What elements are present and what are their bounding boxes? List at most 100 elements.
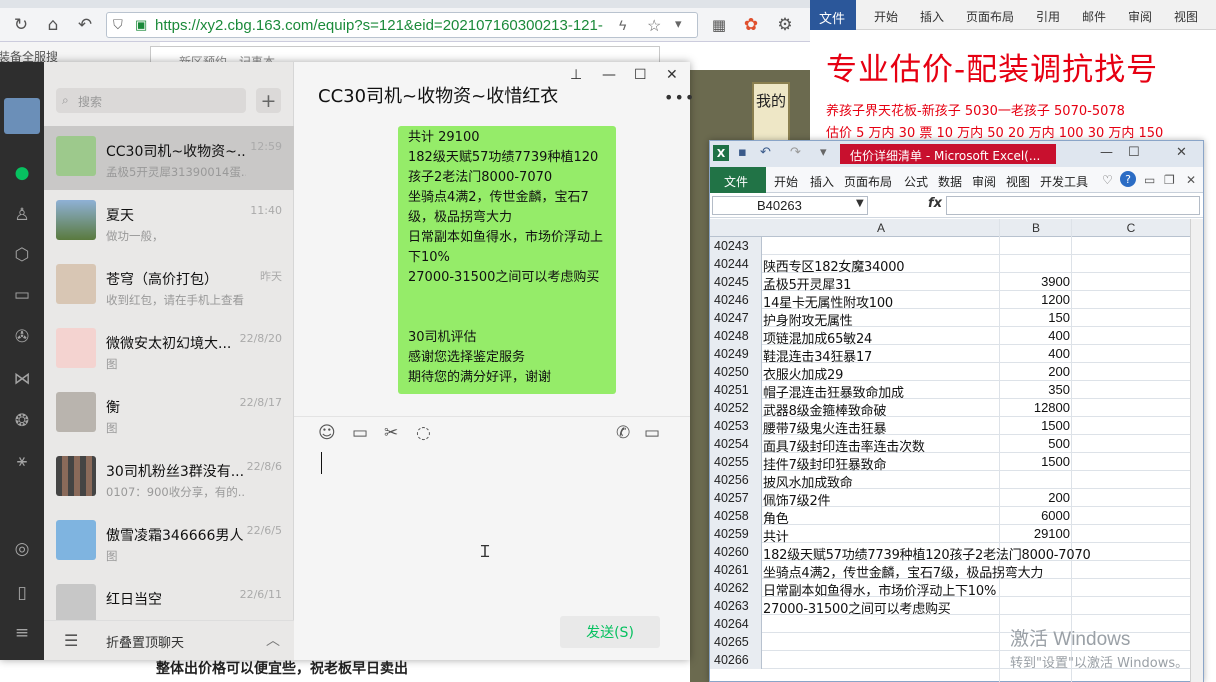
name-box-dropdown-icon[interactable]: ▼ bbox=[856, 198, 864, 209]
row-number[interactable]: 40246 bbox=[710, 291, 762, 309]
table-row[interactable]: 40256 披风水加成致命 bbox=[710, 471, 1190, 491]
row-number[interactable]: 40243 bbox=[710, 237, 762, 255]
column-header-b[interactable]: B bbox=[1000, 221, 1072, 235]
table-row[interactable]: 40258 角色 6000 bbox=[710, 507, 1190, 527]
table-row[interactable]: 40248 项链混加成65敏24 400 bbox=[710, 327, 1190, 347]
chat-item[interactable]: 微微安太初幻境大... 图 22/8/20 bbox=[44, 318, 294, 382]
table-row[interactable]: 40262 日常副本如鱼得水，市场价浮动上下10% bbox=[710, 579, 1190, 599]
chat-history-icon[interactable]: ◌ bbox=[416, 423, 431, 443]
ribbon-restore-icon[interactable]: ❐ bbox=[1164, 173, 1175, 187]
table-row[interactable]: 40255 挂件7级封印狂暴致命 1500 bbox=[710, 453, 1190, 473]
search-discover-icon[interactable]: ❂ bbox=[7, 406, 37, 436]
chat-item[interactable]: 夏天 做功一般， 11:40 bbox=[44, 190, 294, 254]
table-row[interactable]: 40257 佩饰7级2件 200 bbox=[710, 489, 1190, 509]
moments-icon[interactable]: ✇ bbox=[7, 322, 37, 352]
chat-item[interactable]: 30司机粉丝3群没有... 0107：900收分享，有的... 22/8/6 bbox=[44, 446, 294, 510]
excel-tab-formulas[interactable]: 公式 bbox=[904, 173, 928, 190]
row-number[interactable]: 40249 bbox=[710, 345, 762, 363]
excel-tab-review[interactable]: 审阅 bbox=[972, 173, 996, 190]
chat-item[interactable]: CC30司机~收物资~... 孟极5开灵犀31390014蛋... 12:59 bbox=[44, 126, 294, 190]
table-row[interactable]: 40249 鞋混连击34狂暴17 400 bbox=[710, 345, 1190, 365]
more-icon[interactable]: ••• bbox=[664, 88, 695, 107]
heart-icon[interactable]: ♡ bbox=[1102, 173, 1113, 187]
fold-pinned-chats[interactable]: ☰ 折叠置顶聊天 ︿ bbox=[44, 620, 294, 660]
row-number[interactable]: 40260 bbox=[710, 543, 762, 561]
refresh-icon[interactable]: ↻ bbox=[8, 12, 34, 38]
table-row[interactable]: 40259 共计 29100 bbox=[710, 525, 1190, 545]
redo-icon[interactable]: ↷ bbox=[790, 145, 801, 160]
table-row[interactable]: 40254 面具7级封印连击率连击次数 500 bbox=[710, 435, 1190, 455]
excel-tab-insert[interactable]: 插入 bbox=[810, 173, 834, 190]
table-row[interactable]: 40251 帽子混连击狂暴致命加成 350 bbox=[710, 381, 1190, 401]
cell-b[interactable]: 6000 bbox=[1000, 508, 1070, 523]
address-bar[interactable]: ⛉ ▣ https://xy2.cbg.163.com/equip?s=121&… bbox=[106, 12, 698, 38]
contacts-icon[interactable]: ♙ bbox=[7, 200, 37, 230]
help-icon[interactable]: ? bbox=[1120, 171, 1136, 187]
row-number[interactable]: 40265 bbox=[710, 633, 762, 651]
row-number[interactable]: 40253 bbox=[710, 417, 762, 435]
undo-icon[interactable]: ↶ bbox=[760, 145, 771, 160]
row-number[interactable]: 40247 bbox=[710, 309, 762, 327]
cell-b[interactable]: 350 bbox=[1000, 382, 1070, 397]
cell-b[interactable]: 1500 bbox=[1000, 454, 1070, 469]
word-menu-review[interactable]: 审阅 bbox=[1128, 8, 1152, 25]
cell-b[interactable]: 29100 bbox=[1000, 526, 1070, 541]
word-menu-mailings[interactable]: 邮件 bbox=[1082, 8, 1106, 25]
emoji-icon[interactable]: ☺ bbox=[318, 423, 336, 443]
close-icon[interactable]: ✕ bbox=[666, 67, 678, 83]
cell-b[interactable]: 1200 bbox=[1000, 292, 1070, 307]
message-input[interactable] bbox=[314, 450, 674, 610]
cell-b[interactable]: 400 bbox=[1000, 346, 1070, 361]
favorites-icon[interactable]: ⬡ bbox=[7, 240, 37, 270]
word-menu-references[interactable]: 引用 bbox=[1036, 8, 1060, 25]
excel-file-tab[interactable]: 文件 bbox=[710, 167, 766, 193]
send-button[interactable]: 发送(S) bbox=[560, 616, 660, 648]
pin-icon[interactable]: ⊥ bbox=[570, 67, 582, 83]
mini-programs-icon[interactable]: ◎ bbox=[7, 534, 37, 564]
phone-icon[interactable]: ▯ bbox=[7, 578, 37, 608]
cell-b[interactable]: 200 bbox=[1000, 490, 1070, 505]
row-number[interactable]: 40251 bbox=[710, 381, 762, 399]
cell-a[interactable]: 182级天赋57功绩7739种植120孩子2老法门8000-7070 bbox=[763, 544, 1190, 563]
mini-program-icon[interactable]: ⚹ bbox=[7, 446, 37, 476]
ribbon-minimize-icon[interactable]: ▭ bbox=[1144, 173, 1155, 187]
star-icon[interactable]: ☆ bbox=[647, 16, 661, 36]
dropdown-icon[interactable]: ▾ bbox=[675, 16, 682, 32]
voice-call-icon[interactable]: ✆ bbox=[616, 423, 630, 443]
table-row[interactable]: 40252 武器8级金箍棒致命破 12800 bbox=[710, 399, 1190, 419]
table-row[interactable]: 40260 182级天赋57功绩7739种植120孩子2老法门8000-7070 bbox=[710, 543, 1190, 563]
column-header-a[interactable]: A bbox=[762, 221, 1000, 235]
chat-item[interactable]: 苍穹（高价打包） 收到红包，请在手机上查看 昨天 bbox=[44, 254, 294, 318]
maximize-icon[interactable]: ☐ bbox=[634, 67, 647, 83]
avatar[interactable] bbox=[4, 98, 40, 134]
row-number[interactable]: 40266 bbox=[710, 651, 762, 669]
row-number[interactable]: 40261 bbox=[710, 561, 762, 579]
row-number[interactable]: 40255 bbox=[710, 453, 762, 471]
row-number[interactable]: 40259 bbox=[710, 525, 762, 543]
cell-a[interactable]: 日常副本如鱼得水，市场价浮动上下10% bbox=[763, 580, 1190, 599]
cell-b[interactable]: 150 bbox=[1000, 310, 1070, 325]
ribbon-close-icon[interactable]: ✕ bbox=[1186, 173, 1196, 187]
video-call-icon[interactable]: ▭ bbox=[644, 423, 660, 443]
cell-b[interactable]: 12800 bbox=[1000, 400, 1070, 415]
word-menu-layout[interactable]: 页面布局 bbox=[966, 8, 1014, 25]
chevron-up-icon[interactable]: ︿ bbox=[266, 630, 280, 650]
cell-b[interactable]: 3900 bbox=[1000, 274, 1070, 289]
file-icon[interactable]: ▭ bbox=[352, 423, 368, 443]
row-number[interactable]: 40252 bbox=[710, 399, 762, 417]
minimize-icon[interactable]: — bbox=[602, 67, 616, 83]
folder-icon[interactable]: ▭ bbox=[7, 280, 37, 310]
row-number[interactable]: 40245 bbox=[710, 273, 762, 291]
chat-icon[interactable]: ● bbox=[7, 158, 37, 188]
cell-b[interactable]: 500 bbox=[1000, 436, 1070, 451]
row-number[interactable]: 40264 bbox=[710, 615, 762, 633]
excel-tab-home[interactable]: 开始 bbox=[774, 173, 798, 190]
cell-b[interactable]: 200 bbox=[1000, 364, 1070, 379]
table-row[interactable]: 40263 27000-31500之间可以考虑购买 bbox=[710, 597, 1190, 617]
chat-item[interactable]: 傲雪凌霜346666男人 图 22/6/5 bbox=[44, 510, 294, 574]
cell-b[interactable]: 400 bbox=[1000, 328, 1070, 343]
column-header-c[interactable]: C bbox=[1072, 221, 1190, 235]
word-menu-view[interactable]: 视图 bbox=[1174, 8, 1198, 25]
table-row[interactable]: 40244 陕西专区182女魔34000 bbox=[710, 255, 1190, 275]
vertical-scrollbar[interactable] bbox=[1190, 219, 1203, 682]
